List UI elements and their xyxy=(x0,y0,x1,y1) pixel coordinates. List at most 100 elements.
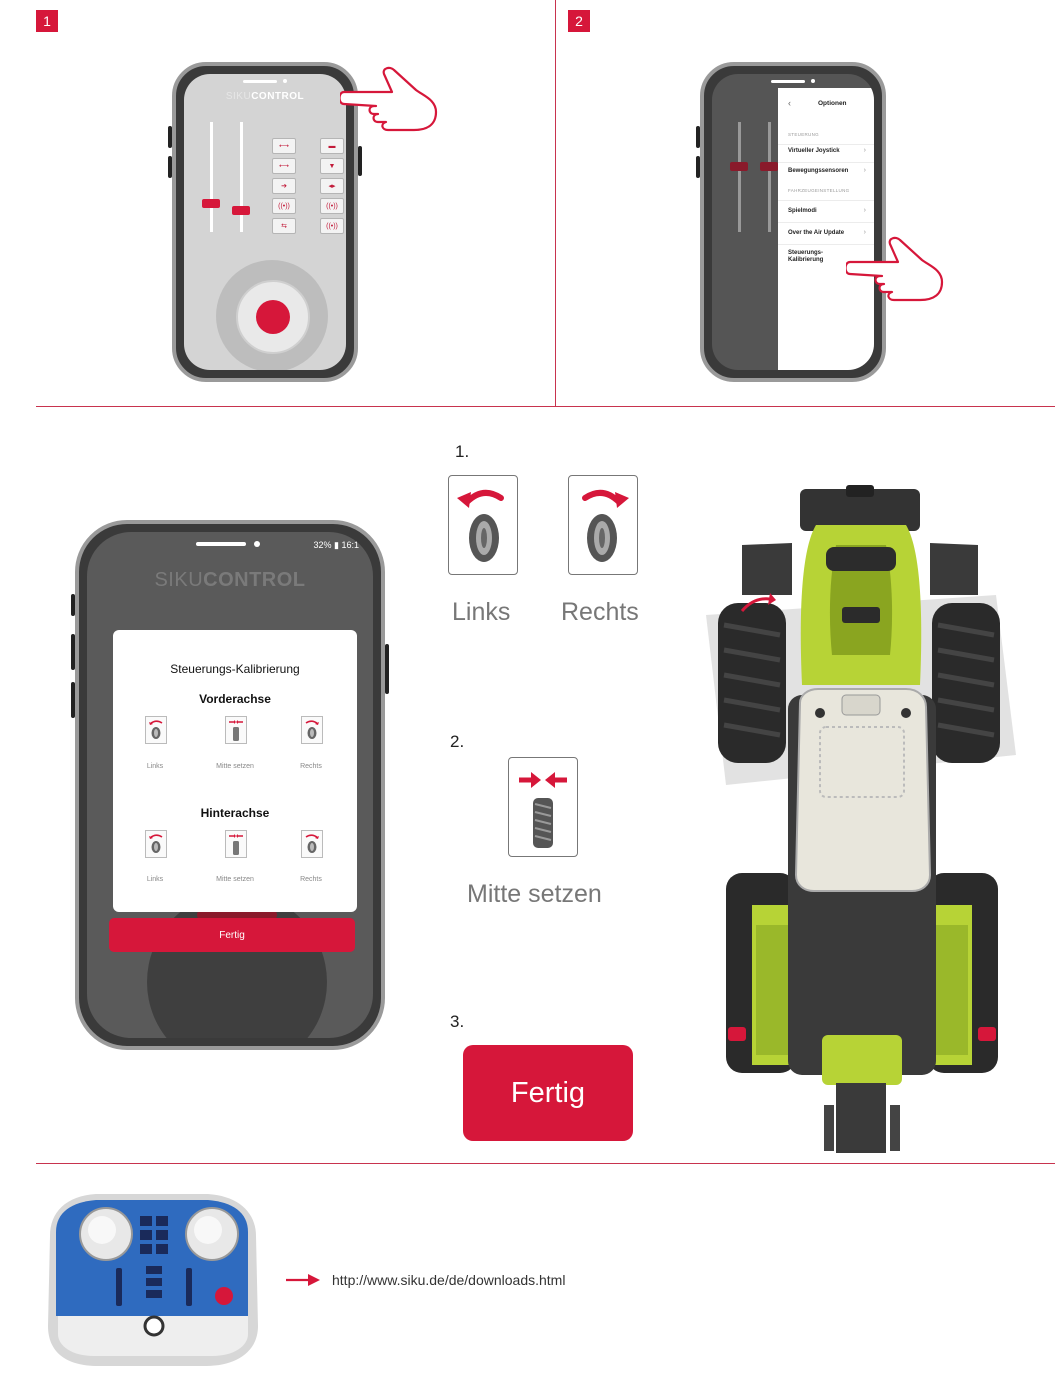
function-button[interactable]: ➔ xyxy=(272,178,296,194)
function-button[interactable]: ((•)) xyxy=(320,218,344,234)
menu-item-motion-sensors[interactable]: Bewegungssensoren xyxy=(788,168,848,174)
top-vertical-divider xyxy=(555,0,556,406)
options-menu-panel: ‹ Optionen STEUERUNG Virtueller Joystick… xyxy=(778,88,874,370)
phone-notch xyxy=(771,80,805,83)
options-divider xyxy=(778,162,874,163)
steer-slider-track xyxy=(768,122,771,232)
function-button[interactable]: ▬ xyxy=(320,138,344,154)
step-1-badge: 1 xyxy=(36,10,58,32)
steer-slider-track[interactable] xyxy=(240,122,243,232)
instruction-right-label: Rechts xyxy=(561,598,639,626)
function-button[interactable]: ((•)) xyxy=(320,198,344,214)
phone-options: ‹ Optionen STEUERUNG Virtueller Joystick… xyxy=(696,62,886,382)
speed-slider-track[interactable] xyxy=(210,122,213,232)
phone-side-button xyxy=(696,126,700,148)
step-2-badge: 2 xyxy=(568,10,590,32)
top-horizontal-divider xyxy=(36,406,1055,407)
instruction-left-label: Links xyxy=(452,598,511,626)
download-link[interactable]: http://www.siku.de/de/downloads.html xyxy=(332,1272,565,1288)
turn-right-icon xyxy=(568,475,638,575)
back-chevron-icon[interactable]: ‹ xyxy=(788,98,791,108)
phone-notch xyxy=(243,80,277,83)
phone-controller-screen: SIKU CONTROL ⟷ ▬ ⟷ ▼ ➔ ◂▸ ((•)) ((•)) ⇆ (… xyxy=(184,74,346,370)
download-link-row: http://www.siku.de/de/downloads.html xyxy=(286,1272,565,1288)
rear-axle-heading: Hinterachse xyxy=(200,806,270,820)
instruction-step-3-number: 3. xyxy=(450,1012,465,1031)
calibration-dialog: Steuerungs-Kalibrierung Vorderachse Link… xyxy=(113,630,357,912)
phone-side-button xyxy=(71,594,75,616)
front-left-button[interactable] xyxy=(145,716,167,744)
function-button[interactable]: ▼ xyxy=(320,158,344,174)
rear-center-label: Mitte setzen xyxy=(216,876,254,883)
front-left-label: Links xyxy=(146,763,164,770)
phone-camera xyxy=(254,541,260,547)
phone-camera xyxy=(811,79,815,83)
phone-controller: SIKU CONTROL ⟷ ▬ ⟷ ▼ ➔ ◂▸ ((•)) ((•)) ⇆ (… xyxy=(168,62,362,382)
phone-side-button xyxy=(71,634,75,670)
rear-left-button[interactable] xyxy=(145,830,167,858)
phone-side-button xyxy=(696,156,700,178)
speed-slider-knob xyxy=(730,162,748,171)
options-divider xyxy=(778,200,874,201)
function-button[interactable]: ◂▸ xyxy=(320,178,344,194)
phone-side-button xyxy=(358,146,362,176)
options-section-label: STEUERUNG xyxy=(788,132,819,137)
menu-item-game-modes[interactable]: Spielmodi xyxy=(788,208,817,214)
chevron-right-icon: › xyxy=(863,207,866,214)
pointing-hand-icon xyxy=(846,232,946,304)
phone-notch xyxy=(196,542,246,546)
menu-item-control-calibration[interactable]: Steuerungs-Kalibrierung xyxy=(788,250,828,264)
logo-suffix: CONTROL xyxy=(251,90,305,102)
options-section-label: FAHRZEUGEINSTELLUNG xyxy=(788,188,850,193)
remote-controller-image xyxy=(36,1176,268,1373)
menu-item-virtual-joystick[interactable]: Virtueller Joystick xyxy=(788,148,840,154)
function-button[interactable]: ⇆ xyxy=(272,218,296,234)
logo-suffix: CONTROL xyxy=(203,568,306,591)
front-right-button[interactable] xyxy=(301,716,323,744)
front-center-label: Mitte setzen xyxy=(216,763,254,770)
phone-side-button xyxy=(168,126,172,148)
logo-prefix: SIKU xyxy=(154,568,204,591)
logo-prefix: SIKU xyxy=(225,90,252,102)
status-bar: 32% ▮ 16:1 xyxy=(313,540,359,550)
chevron-right-icon: › xyxy=(863,167,866,174)
function-button[interactable]: ⟷ xyxy=(272,158,296,174)
fertig-button-small[interactable]: Fertig xyxy=(109,918,355,952)
steer-slider-knob[interactable] xyxy=(232,206,250,215)
front-right-label: Rechts xyxy=(300,763,322,770)
instruction-step-1-number: 1. xyxy=(455,442,470,461)
front-center-button[interactable] xyxy=(225,716,247,744)
rear-right-label: Rechts xyxy=(300,876,322,883)
speed-slider-track xyxy=(738,122,741,232)
options-divider xyxy=(778,222,874,223)
options-divider xyxy=(778,144,874,145)
instruction-center-label: Mitte setzen xyxy=(467,880,602,908)
rear-center-button[interactable] xyxy=(225,830,247,858)
chevron-right-icon: › xyxy=(863,147,866,154)
front-axle-heading: Vorderachse xyxy=(199,692,271,706)
calibration-title: Steuerungs-Kalibrierung xyxy=(170,662,300,676)
center-wheel-icon xyxy=(508,757,578,857)
speed-slider-knob[interactable] xyxy=(202,199,220,208)
phone-calibration: 32% ▮ 16:1 SIKU CONTROL Steuerungs-Kalibr… xyxy=(71,520,389,1050)
phone-options-screen: ‹ Optionen STEUERUNG Virtueller Joystick… xyxy=(712,74,874,370)
app-logo: SIKU CONTROL xyxy=(184,88,346,104)
turn-left-icon xyxy=(448,475,518,575)
phone-camera xyxy=(283,79,287,83)
phone-side-button xyxy=(71,682,75,718)
tractor-illustration xyxy=(696,485,1026,1160)
function-button[interactable]: ⟷ xyxy=(272,138,296,154)
function-button[interactable]: ((•)) xyxy=(272,198,296,214)
rear-right-button[interactable] xyxy=(301,830,323,858)
options-title: Optionen xyxy=(818,100,847,107)
phone-side-button xyxy=(385,644,389,694)
phone-calibration-screen: 32% ▮ 16:1 SIKU CONTROL Steuerungs-Kalibr… xyxy=(87,532,373,1038)
app-logo: SIKU CONTROL xyxy=(87,568,373,592)
phone-side-button xyxy=(168,156,172,178)
joystick-knob[interactable] xyxy=(256,300,290,334)
middle-horizontal-divider xyxy=(36,1163,1055,1164)
menu-item-ota-update[interactable]: Over the Air Update xyxy=(788,230,844,236)
rear-left-label: Links xyxy=(146,876,164,883)
fertig-button-large[interactable]: Fertig xyxy=(463,1045,633,1141)
steer-slider-knob xyxy=(760,162,778,171)
